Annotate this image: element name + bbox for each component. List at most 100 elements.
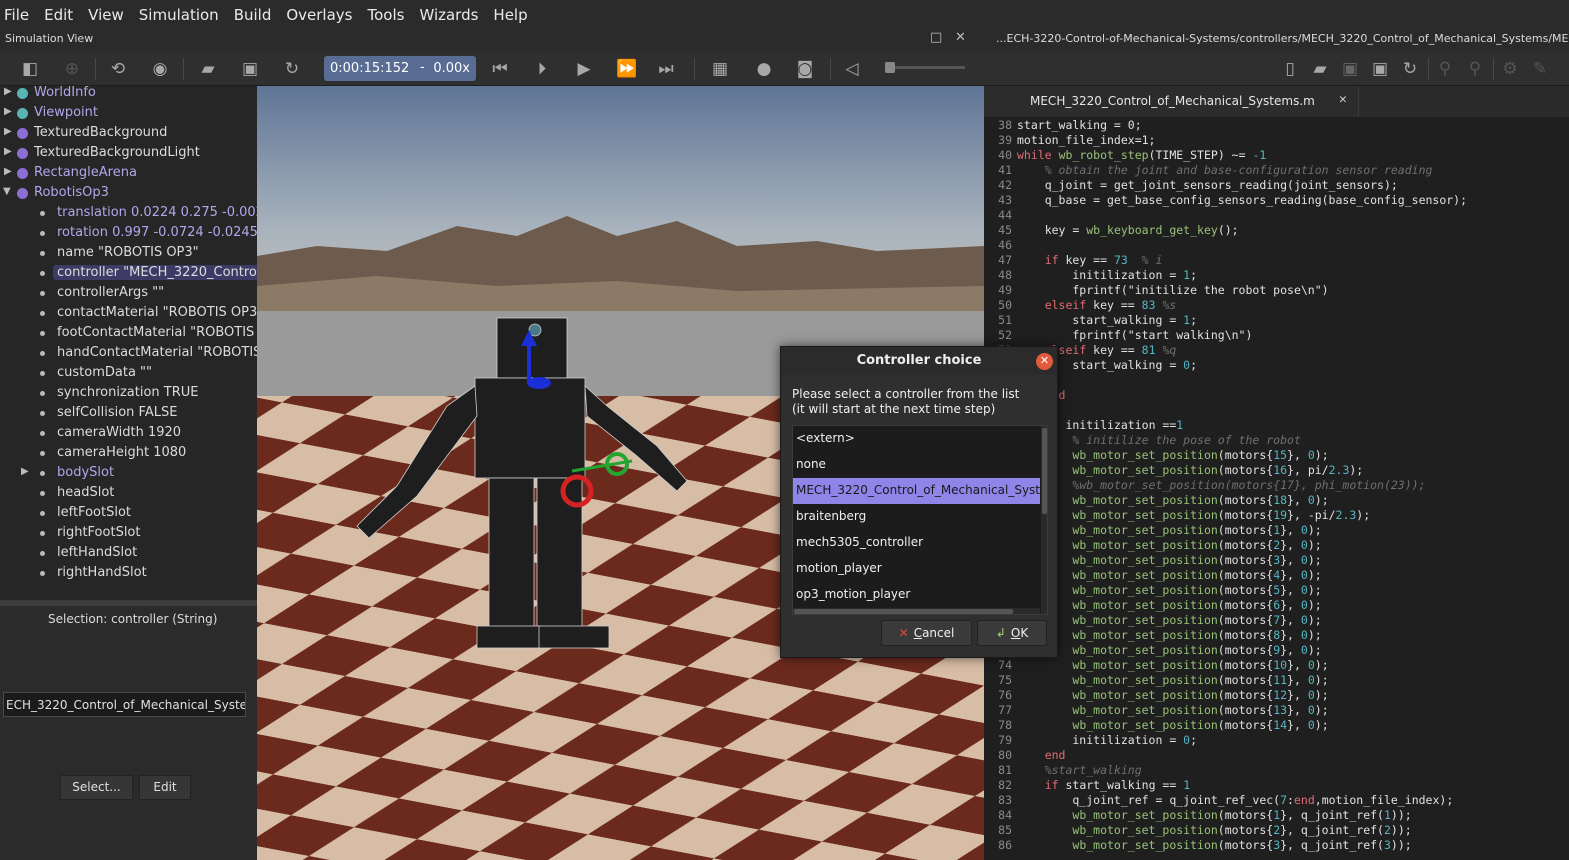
tree-field-selfcollision[interactable]: selfCollision FALSE	[0, 404, 257, 424]
menu-edit[interactable]: Edit	[44, 6, 73, 24]
tree-field-translation[interactable]: translation 0.0224 0.275 -0.00286	[0, 204, 257, 224]
tree-node-robotisop3[interactable]: ▼ RobotisOp3	[0, 184, 257, 204]
code-line[interactable]: 50 elseif key == 83 %s	[984, 298, 1176, 313]
play-icon[interactable]: ▶	[574, 59, 594, 79]
float-dock-icon[interactable]: □	[930, 30, 942, 45]
expand-arrow-icon[interactable]: ▶	[4, 166, 12, 177]
collapse-arrow-icon[interactable]: ▼	[3, 186, 11, 197]
code-line[interactable]: 76 wb_motor_set_position(motors{12}, 0);	[984, 688, 1328, 703]
controller-list-item[interactable]: <extern>	[793, 426, 1040, 452]
mute-icon[interactable]: ◁	[842, 59, 862, 79]
scrollbar-thumb[interactable]	[794, 609, 1013, 614]
cancel-button[interactable]: ✕ Cancel	[881, 620, 972, 646]
code-line[interactable]: 74 wb_motor_set_position(motors{10}, 0);	[984, 658, 1328, 673]
controller-list-item[interactable]: MECH_3220_Control_of_Mechanical_Systems	[793, 478, 1040, 504]
controller-list-item[interactable]: braitenberg	[793, 504, 1040, 530]
fast-forward-icon[interactable]: ⏩	[616, 59, 637, 79]
menu-help[interactable]: Help	[493, 6, 527, 24]
tree-field-contactmaterial[interactable]: contactMaterial "ROBOTIS OP3 default"	[0, 304, 257, 324]
code-line[interactable]: 41 % obtain the joint and base-configura…	[984, 163, 1432, 178]
code-line[interactable]: 85 wb_motor_set_position(motors{2}, q_jo…	[984, 823, 1412, 838]
menu-view[interactable]: View	[88, 6, 124, 24]
save-as-icon[interactable]: ▣	[1370, 59, 1390, 79]
controller-list-item[interactable]: op3_motion_player	[793, 582, 1040, 608]
code-line[interactable]: 39 motion_file_index=1;	[984, 133, 1155, 148]
build-icon[interactable]: ⚙	[1500, 59, 1520, 79]
reload-world-icon[interactable]: ↻	[282, 59, 302, 79]
close-dock-icon[interactable]: ✕	[955, 30, 966, 45]
tree-field-handcontactmaterial[interactable]: handContactMaterial "ROBOTIS OP3 hand"	[0, 344, 257, 364]
tree-field-bodyslot[interactable]: ▶ bodySlot	[0, 464, 257, 484]
code-line[interactable]: 48 initilization = 1;	[984, 268, 1197, 283]
save-file-icon[interactable]: ▣	[1340, 59, 1360, 79]
code-line[interactable]: 79 initilization = 0;	[984, 733, 1197, 748]
tree-field-rightfootslot[interactable]: rightFootSlot	[0, 524, 257, 544]
code-line[interactable]: 44	[984, 208, 1017, 223]
clean-icon[interactable]: ✎	[1530, 59, 1550, 79]
code-line[interactable]: 83 q_joint_ref = q_joint_ref_vec(7:end,m…	[984, 793, 1453, 808]
editor-tab[interactable]: MECH_3220_Control_of_Mechanical_Systems.…	[984, 86, 1359, 117]
tree-field-righthandslot[interactable]: rightHandSlot	[0, 564, 257, 584]
movie-icon[interactable]: ▦	[710, 59, 730, 79]
expand-arrow-icon[interactable]: ▶	[21, 466, 29, 477]
list-vertical-scrollbar[interactable]	[1041, 426, 1047, 614]
add-node-icon[interactable]: ⊕	[62, 59, 82, 79]
eye-icon[interactable]: ◉	[150, 59, 170, 79]
menu-wizards[interactable]: Wizards	[419, 6, 478, 24]
volume-slider[interactable]	[885, 62, 965, 73]
revert-file-icon[interactable]: ↻	[1400, 59, 1420, 79]
tree-node-texturedbackground[interactable]: ▶ TexturedBackground	[0, 124, 257, 144]
tree-field-customdata[interactable]: customData ""	[0, 364, 257, 384]
tree-field-controller[interactable]: controller "MECH_3220_Control_of_Mechani…	[0, 264, 257, 284]
menu-file[interactable]: File	[4, 6, 29, 24]
hide-scene-tree-icon[interactable]: ◧	[20, 59, 40, 79]
tree-field-leftfootslot[interactable]: leftFootSlot	[0, 504, 257, 524]
menu-overlays[interactable]: Overlays	[286, 6, 352, 24]
list-horizontal-scrollbar[interactable]	[793, 608, 1040, 614]
code-line[interactable]: 81 %start_walking	[984, 763, 1142, 778]
expand-arrow-icon[interactable]: ▶	[4, 126, 12, 137]
code-line[interactable]: 46	[984, 238, 1017, 253]
ok-button[interactable]: ↲ OK	[977, 620, 1047, 646]
code-line[interactable]: 82 if start_walking == 1	[984, 778, 1190, 793]
tree-field-lefthandslot[interactable]: leftHandSlot	[0, 544, 257, 564]
tree-node-viewpoint[interactable]: ▶ Viewpoint	[0, 104, 257, 124]
edit-button[interactable]: Edit	[139, 775, 191, 800]
code-line[interactable]: 80 end	[984, 748, 1065, 763]
volume-slider-knob[interactable]	[885, 62, 895, 73]
tree-node-texturedbackgroundlight[interactable]: ▶ TexturedBackgroundLight	[0, 144, 257, 164]
code-line[interactable]: 75 wb_motor_set_position(motors{11}, 0);	[984, 673, 1328, 688]
code-line[interactable]: 45 key = wb_keyboard_get_key();	[984, 223, 1238, 238]
code-line[interactable]: 78 wb_motor_set_position(motors{14}, 0);	[984, 718, 1328, 733]
expand-arrow-icon[interactable]: ▶	[4, 146, 12, 157]
controller-list[interactable]: <extern> none MECH_3220_Control_of_Mecha…	[792, 425, 1048, 615]
fastest-icon[interactable]: ⏭	[656, 59, 676, 79]
tree-field-footcontactmaterial[interactable]: footContactMaterial "ROBOTIS OP3 foot"	[0, 324, 257, 344]
menu-simulation[interactable]: Simulation	[139, 6, 219, 24]
controller-field-input[interactable]: ECH_3220_Control_of_Mechanical_Systems	[3, 692, 246, 717]
open-file-icon[interactable]: ▰	[1310, 59, 1330, 79]
code-line[interactable]: 77 wb_motor_set_position(motors{13}, 0);	[984, 703, 1328, 718]
reset-viewpoint-icon[interactable]: ⟲	[108, 59, 128, 79]
scene-tree[interactable]: ▶ WorldInfo ▶ Viewpoint ▶ TexturedBackgr…	[0, 86, 257, 598]
step-icon[interactable]: ⏵	[532, 59, 552, 79]
tree-node-rectanglearena[interactable]: ▶ RectangleArena	[0, 164, 257, 184]
controller-list-item[interactable]: none	[793, 452, 1040, 478]
tree-field-headslot[interactable]: headSlot	[0, 484, 257, 504]
code-line[interactable]: 47 if key == 73 % i	[984, 253, 1162, 268]
code-line[interactable]: 42 q_joint = get_joint_sensors_reading(j…	[984, 178, 1398, 193]
code-line[interactable]: 84 wb_motor_set_position(motors{1}, q_jo…	[984, 808, 1412, 823]
find-icon[interactable]: ⚲	[1435, 59, 1455, 79]
tree-field-cameraheight[interactable]: cameraHeight 1080	[0, 444, 257, 464]
tree-field-synchronization[interactable]: synchronization TRUE	[0, 384, 257, 404]
code-line[interactable]: 51 start_walking = 1;	[984, 313, 1197, 328]
new-file-icon[interactable]: ▯	[1280, 59, 1300, 79]
screenshot-icon[interactable]: ◙	[795, 59, 815, 79]
save-world-icon[interactable]: ▣	[240, 59, 260, 79]
open-world-icon[interactable]: ▰	[198, 59, 218, 79]
record-icon[interactable]: ●	[754, 59, 774, 79]
code-line[interactable]: 49 fprintf("initilize the robot pose\n")	[984, 283, 1328, 298]
code-line[interactable]: 40 while wb_robot_step(TIME_STEP) ~= -1	[984, 148, 1266, 163]
expand-arrow-icon[interactable]: ▶	[4, 106, 12, 117]
menu-build[interactable]: Build	[234, 6, 272, 24]
